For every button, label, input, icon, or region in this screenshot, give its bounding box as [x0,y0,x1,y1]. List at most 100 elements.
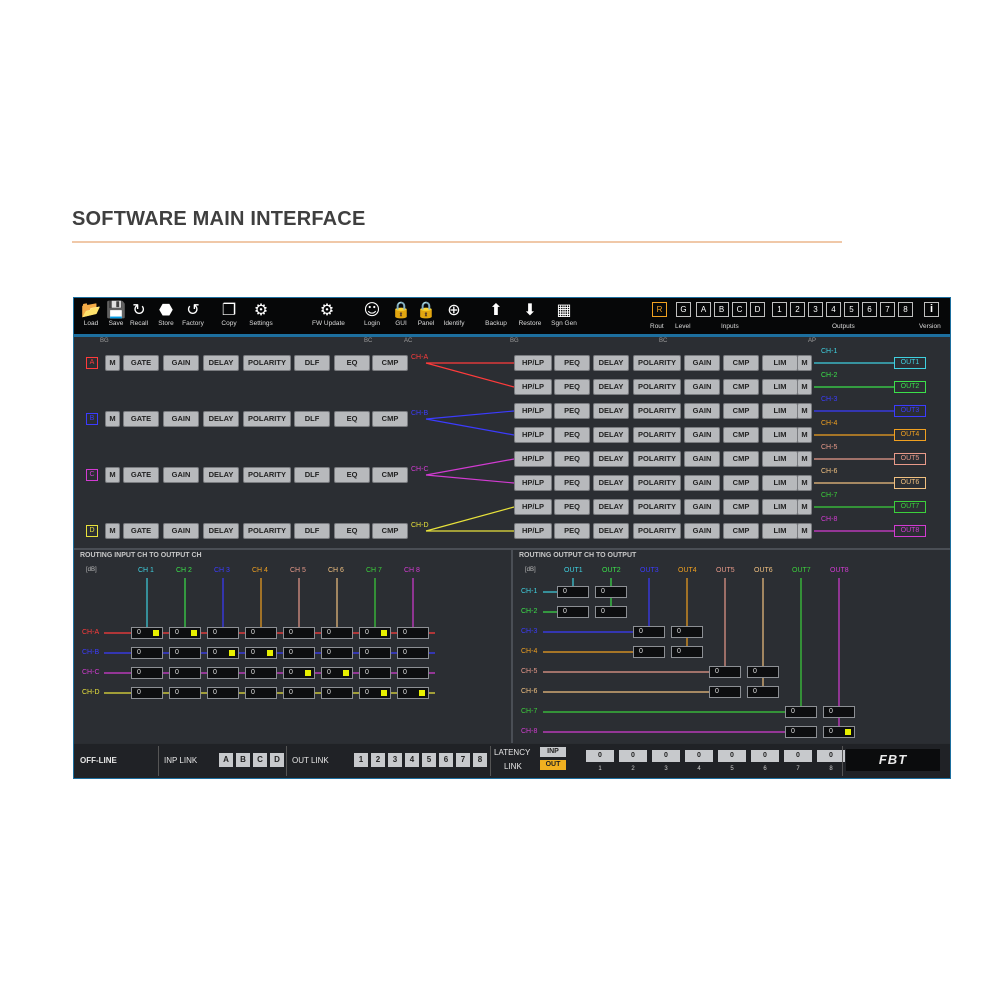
output-3-polarity-block[interactable]: POLARITY [633,403,681,419]
routing-crosspoint[interactable]: 0 [245,627,277,639]
routing-output-crosspoint[interactable]: 0 [747,686,779,698]
toolbar-factory-button[interactable]: ↺ Factory [178,300,208,327]
latency-value-8[interactable]: 0 [817,750,845,762]
routing-crosspoint[interactable]: 0 [283,667,315,679]
output-select-4[interactable]: 4 [826,302,841,317]
toolbar-copy-button[interactable]: ❐ Copy [214,300,244,327]
routing-crosspoint[interactable]: 0 [131,667,163,679]
output-7-peq-block[interactable]: PEQ [554,499,590,515]
output-2-lim-block[interactable]: LIM [762,379,798,395]
output-8-cmp-block[interactable]: CMP [723,523,759,539]
routing-crosspoint[interactable]: 0 [283,627,315,639]
input-C-gate-block[interactable]: GATE [123,467,159,483]
output-4-hp-lp-block[interactable]: HP/LP [514,427,552,443]
toolbar-store-button[interactable]: ⬣ Store [151,300,181,327]
output-2-polarity-block[interactable]: POLARITY [633,379,681,395]
input-A-gate-block[interactable]: GATE [123,355,159,371]
output-4-gain-block[interactable]: GAIN [684,427,720,443]
input-B-dlf-block[interactable]: DLF [294,411,330,427]
input-A-eq-block[interactable]: EQ [334,355,370,371]
output-2-hp-lp-block[interactable]: HP/LP [514,379,552,395]
routing-crosspoint[interactable]: 0 [397,627,429,639]
output-1-lim-block[interactable]: LIM [762,355,798,371]
toolbar-identify-button[interactable]: ⊕ Identify [439,300,469,327]
input-D-select-button[interactable]: D [86,525,98,537]
output-5-m-block[interactable]: M [797,451,812,467]
output-4-cmp-block[interactable]: CMP [723,427,759,443]
output-8-m-block[interactable]: M [797,523,812,539]
routing-output-crosspoint[interactable]: 0 [595,606,627,618]
input-B-polarity-block[interactable]: POLARITY [243,411,291,427]
routing-crosspoint[interactable]: 0 [245,647,277,659]
out-link-2-button[interactable]: 2 [371,753,385,767]
input-D-polarity-block[interactable]: POLARITY [243,523,291,539]
input-A-cmp-block[interactable]: CMP [372,355,408,371]
output-4-polarity-block[interactable]: POLARITY [633,427,681,443]
output-5-lim-block[interactable]: LIM [762,451,798,467]
routing-crosspoint[interactable]: 0 [359,627,391,639]
output-1-hp-lp-block[interactable]: HP/LP [514,355,552,371]
input-B-delay-block[interactable]: DELAY [203,411,239,427]
input-select-D[interactable]: D [750,302,765,317]
output-1-delay-block[interactable]: DELAY [593,355,629,371]
latency-out-button[interactable]: OUT [540,760,566,770]
output-7-gain-block[interactable]: GAIN [684,499,720,515]
routing-crosspoint[interactable]: 0 [169,627,201,639]
routing-output-crosspoint[interactable]: 0 [557,606,589,618]
routing-crosspoint[interactable]: 0 [359,667,391,679]
info-icon[interactable]: i [924,302,939,317]
toolbar-login-button[interactable]: ☺ Login [357,300,387,327]
input-B-cmp-block[interactable]: CMP [372,411,408,427]
output-4-box[interactable]: OUT4 [894,429,926,441]
output-4-delay-block[interactable]: DELAY [593,427,629,443]
out-link-1-button[interactable]: 1 [354,753,368,767]
input-D-dlf-block[interactable]: DLF [294,523,330,539]
latency-value-4[interactable]: 0 [685,750,713,762]
output-7-delay-block[interactable]: DELAY [593,499,629,515]
routing-crosspoint[interactable]: 0 [321,667,353,679]
latency-value-3[interactable]: 0 [652,750,680,762]
input-D-eq-block[interactable]: EQ [334,523,370,539]
output-7-box[interactable]: OUT7 [894,501,926,513]
routing-crosspoint[interactable]: 0 [321,627,353,639]
output-8-peq-block[interactable]: PEQ [554,523,590,539]
output-select-2[interactable]: 2 [790,302,805,317]
out-link-8-button[interactable]: 8 [473,753,487,767]
routing-output-crosspoint[interactable]: 0 [785,706,817,718]
output-6-hp-lp-block[interactable]: HP/LP [514,475,552,491]
inp-link-B-button[interactable]: B [236,753,250,767]
latency-inp-button[interactable]: INP [540,747,566,757]
output-select-1[interactable]: 1 [772,302,787,317]
routing-output-crosspoint[interactable]: 0 [823,726,855,738]
level-button[interactable]: G [676,302,691,317]
out-link-3-button[interactable]: 3 [388,753,402,767]
routing-crosspoint[interactable]: 0 [397,647,429,659]
input-C-select-button[interactable]: C [86,469,98,481]
input-B-gain-block[interactable]: GAIN [163,411,199,427]
input-A-polarity-block[interactable]: POLARITY [243,355,291,371]
latency-value-1[interactable]: 0 [586,750,614,762]
routing-crosspoint[interactable]: 0 [283,687,315,699]
routing-crosspoint[interactable]: 0 [245,667,277,679]
input-B-select-button[interactable]: B [86,413,98,425]
out-link-7-button[interactable]: 7 [456,753,470,767]
output-2-m-block[interactable]: M [797,379,812,395]
inp-link-D-button[interactable]: D [270,753,284,767]
toolbar-restore-button[interactable]: ⬇ Restore [515,300,545,327]
output-6-cmp-block[interactable]: CMP [723,475,759,491]
input-B-eq-block[interactable]: EQ [334,411,370,427]
input-A-dlf-block[interactable]: DLF [294,355,330,371]
routing-crosspoint[interactable]: 0 [131,627,163,639]
output-7-cmp-block[interactable]: CMP [723,499,759,515]
out-link-6-button[interactable]: 6 [439,753,453,767]
input-A-delay-block[interactable]: DELAY [203,355,239,371]
latency-value-2[interactable]: 0 [619,750,647,762]
routing-crosspoint[interactable]: 0 [321,687,353,699]
output-select-6[interactable]: 6 [862,302,877,317]
output-8-polarity-block[interactable]: POLARITY [633,523,681,539]
latency-value-6[interactable]: 0 [751,750,779,762]
routing-output-crosspoint[interactable]: 0 [823,706,855,718]
output-5-peq-block[interactable]: PEQ [554,451,590,467]
routing-crosspoint[interactable]: 0 [131,687,163,699]
output-6-gain-block[interactable]: GAIN [684,475,720,491]
